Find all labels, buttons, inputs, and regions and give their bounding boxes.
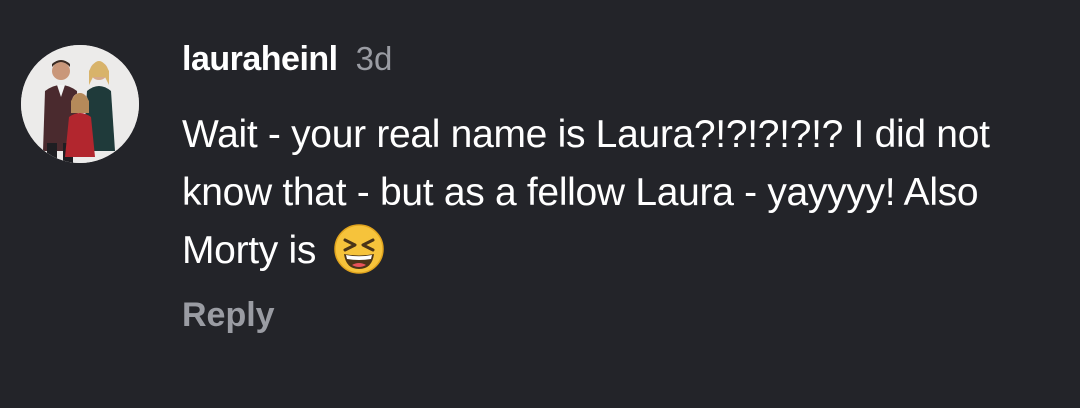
family-photo-avatar-icon	[21, 45, 139, 163]
timestamp: 3d	[355, 40, 393, 77]
comment-header: lauraheinl 3d	[182, 40, 392, 79]
reply-button[interactable]: Reply	[182, 296, 275, 335]
avatar[interactable]	[21, 45, 139, 163]
comment-text: Wait - your real name is Laura?!?!?!?!? …	[182, 106, 1067, 280]
comment: lauraheinl 3d Wait - your real name is L…	[0, 0, 1080, 408]
grinning-squinting-face-emoji-icon	[333, 223, 385, 275]
username[interactable]: lauraheinl	[182, 40, 338, 79]
comment-body: Wait - your real name is Laura?!?!?!?!? …	[182, 113, 990, 272]
